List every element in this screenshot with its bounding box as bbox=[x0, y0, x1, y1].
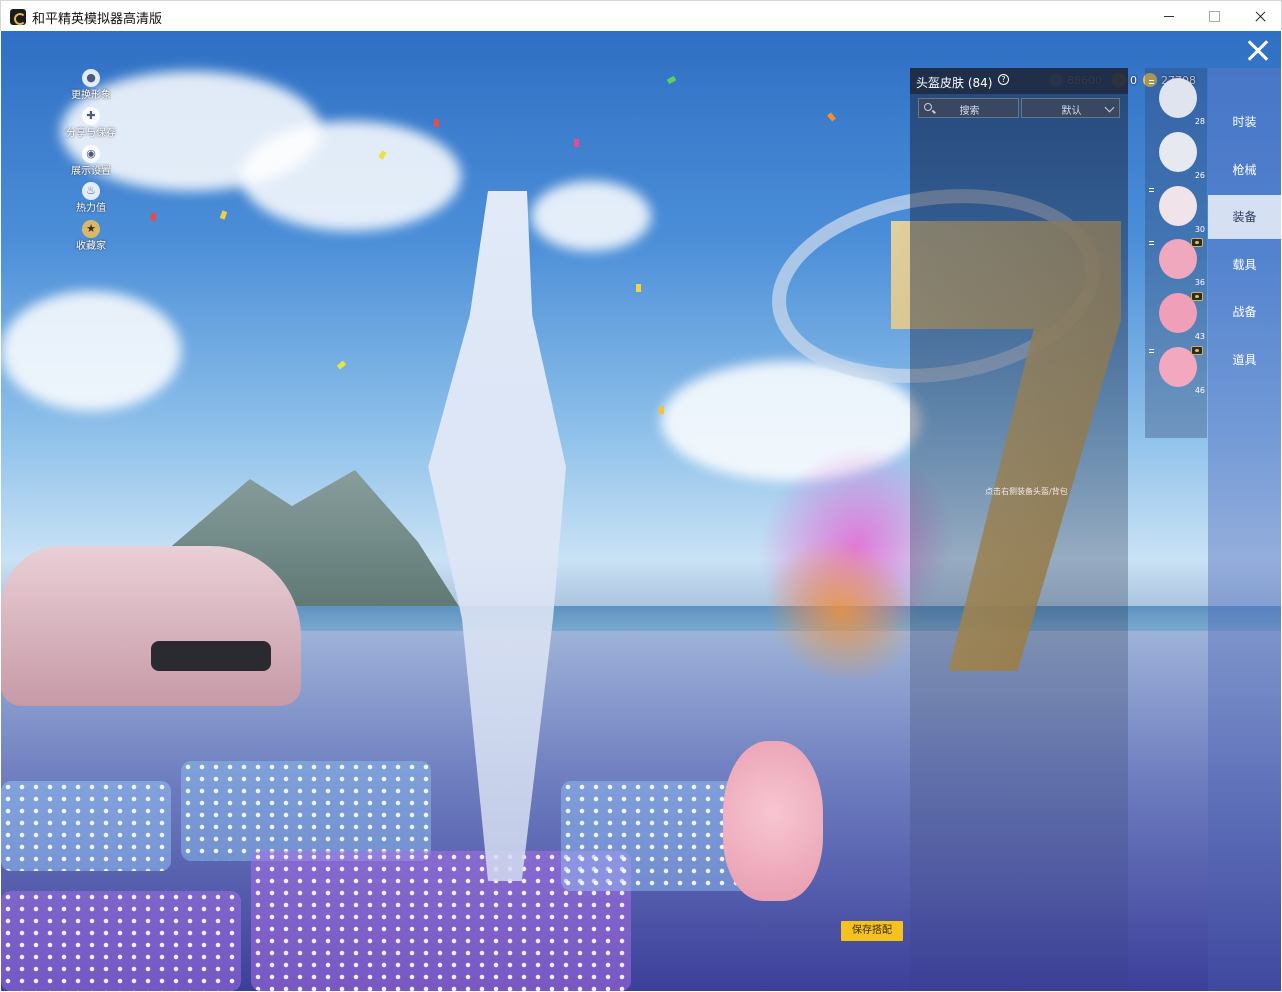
cloud bbox=[531, 181, 651, 251]
confetti bbox=[574, 139, 579, 147]
search-input[interactable]: 搜索 bbox=[918, 98, 1019, 118]
help-icon[interactable]: ? bbox=[998, 74, 1009, 85]
maximize-button[interactable] bbox=[1191, 1, 1237, 32]
tab-weapons[interactable]: 枪械 bbox=[1208, 148, 1281, 192]
lm-label: 分享与保存 bbox=[66, 128, 116, 139]
panel-hint: 点击右侧装备头盔/背包 bbox=[985, 487, 1068, 496]
panel-header: 头盔皮肤 (84) ? bbox=[910, 68, 1128, 94]
cloud bbox=[241, 121, 461, 231]
item-count: 43 bbox=[1194, 332, 1205, 341]
search-label: 搜索 bbox=[959, 106, 980, 117]
window-title: 和平精英模拟器高清版 bbox=[32, 12, 163, 27]
item-slot[interactable]: 46 bbox=[1149, 343, 1205, 395]
item-slot[interactable]: 26 bbox=[1149, 128, 1205, 180]
tab-vehicles[interactable]: 载具 bbox=[1208, 243, 1281, 287]
panel-title: 头盔皮肤 (84) bbox=[916, 76, 993, 90]
tab-items[interactable]: 道具 bbox=[1208, 338, 1281, 382]
game-viewport[interactable]: ● 更换形象 ✚ 分享与保存 ◉ 展示设置 ♨ 热力值 ★ 收藏家 88600 … bbox=[1, 31, 1281, 991]
window-titlebar: 和平精英模拟器高清版 bbox=[0, 0, 1282, 31]
tab-equipment[interactable]: 装备 bbox=[1208, 195, 1281, 239]
lm-label: 更换形象 bbox=[71, 90, 111, 101]
lm-label: 热力值 bbox=[76, 203, 106, 214]
floor-tile bbox=[1, 781, 171, 871]
collector-button[interactable]: ★ 收藏家 bbox=[61, 220, 121, 252]
equipped-marker-icon bbox=[1149, 188, 1154, 192]
item-count: 30 bbox=[1194, 225, 1205, 234]
eye-icon bbox=[1191, 292, 1203, 301]
eye-icon bbox=[1191, 346, 1203, 355]
cloud bbox=[1, 291, 181, 411]
confetti bbox=[659, 406, 664, 414]
item-count: 36 bbox=[1194, 278, 1205, 287]
confetti bbox=[434, 119, 439, 127]
floor-tile bbox=[1, 891, 241, 991]
eye-icon: ◉ bbox=[82, 145, 100, 163]
confetti bbox=[666, 75, 677, 85]
helmet-thumbnail bbox=[1159, 132, 1197, 172]
minimize-button[interactable] bbox=[1146, 1, 1192, 32]
save-outfit-button[interactable]: 保存搭配 bbox=[841, 921, 903, 941]
gold-value: 0 bbox=[1130, 73, 1137, 87]
helmet-thumbnail bbox=[1159, 186, 1197, 226]
confetti bbox=[151, 213, 156, 221]
confetti bbox=[219, 210, 228, 220]
car-grille bbox=[151, 641, 271, 671]
eye-icon bbox=[1191, 238, 1203, 247]
tab-battle-prep[interactable]: 战备 bbox=[1208, 290, 1281, 334]
avatar-icon: ● bbox=[82, 69, 100, 87]
close-icon[interactable] bbox=[1242, 35, 1272, 65]
confetti bbox=[636, 284, 641, 292]
lm-label: 收藏家 bbox=[76, 241, 106, 252]
floor-tile bbox=[181, 761, 431, 861]
fire-icon: ♨ bbox=[82, 182, 100, 200]
change-appearance-button[interactable]: ● 更换形象 bbox=[61, 69, 121, 101]
tab-fashion[interactable]: 时装 bbox=[1208, 100, 1281, 144]
category-tabs: 时装 枪械 装备 载具 战备 道具 bbox=[1208, 68, 1281, 991]
item-count: 28 bbox=[1194, 117, 1205, 126]
confetti bbox=[336, 360, 347, 370]
helmet-thumbnail bbox=[1159, 78, 1197, 118]
confetti bbox=[827, 112, 836, 122]
item-count: 26 bbox=[1194, 171, 1205, 180]
pet-companion[interactable] bbox=[723, 741, 823, 901]
item-strip: 28 26 30 36 43 46 bbox=[1145, 68, 1207, 438]
item-slot[interactable]: 43 bbox=[1149, 289, 1205, 341]
pink-car bbox=[1, 546, 301, 706]
item-count: 46 bbox=[1194, 386, 1205, 395]
helmet-skin-panel: 头盔皮肤 (84) ? 搜索 默认 点击右侧装备头盔/背包 bbox=[910, 68, 1128, 991]
heat-value-button[interactable]: ♨ 热力值 bbox=[61, 182, 121, 214]
app-icon bbox=[10, 9, 26, 25]
share-icon: ✚ bbox=[82, 107, 100, 125]
window-close-button[interactable] bbox=[1237, 1, 1282, 32]
display-settings-button[interactable]: ◉ 展示设置 bbox=[61, 145, 121, 177]
collector-badge-icon: ★ bbox=[82, 220, 100, 238]
lm-label: 展示设置 bbox=[71, 166, 111, 177]
item-slot[interactable]: 36 bbox=[1149, 235, 1205, 287]
item-slot[interactable]: 30 bbox=[1149, 182, 1205, 234]
equipped-marker-icon bbox=[1149, 80, 1154, 84]
sort-dropdown[interactable]: 默认 bbox=[1021, 98, 1120, 118]
equipped-marker-icon bbox=[1149, 349, 1154, 353]
equipped-marker-icon bbox=[1149, 241, 1154, 245]
share-save-button[interactable]: ✚ 分享与保存 bbox=[61, 107, 121, 139]
item-slot[interactable]: 28 bbox=[1149, 74, 1205, 126]
